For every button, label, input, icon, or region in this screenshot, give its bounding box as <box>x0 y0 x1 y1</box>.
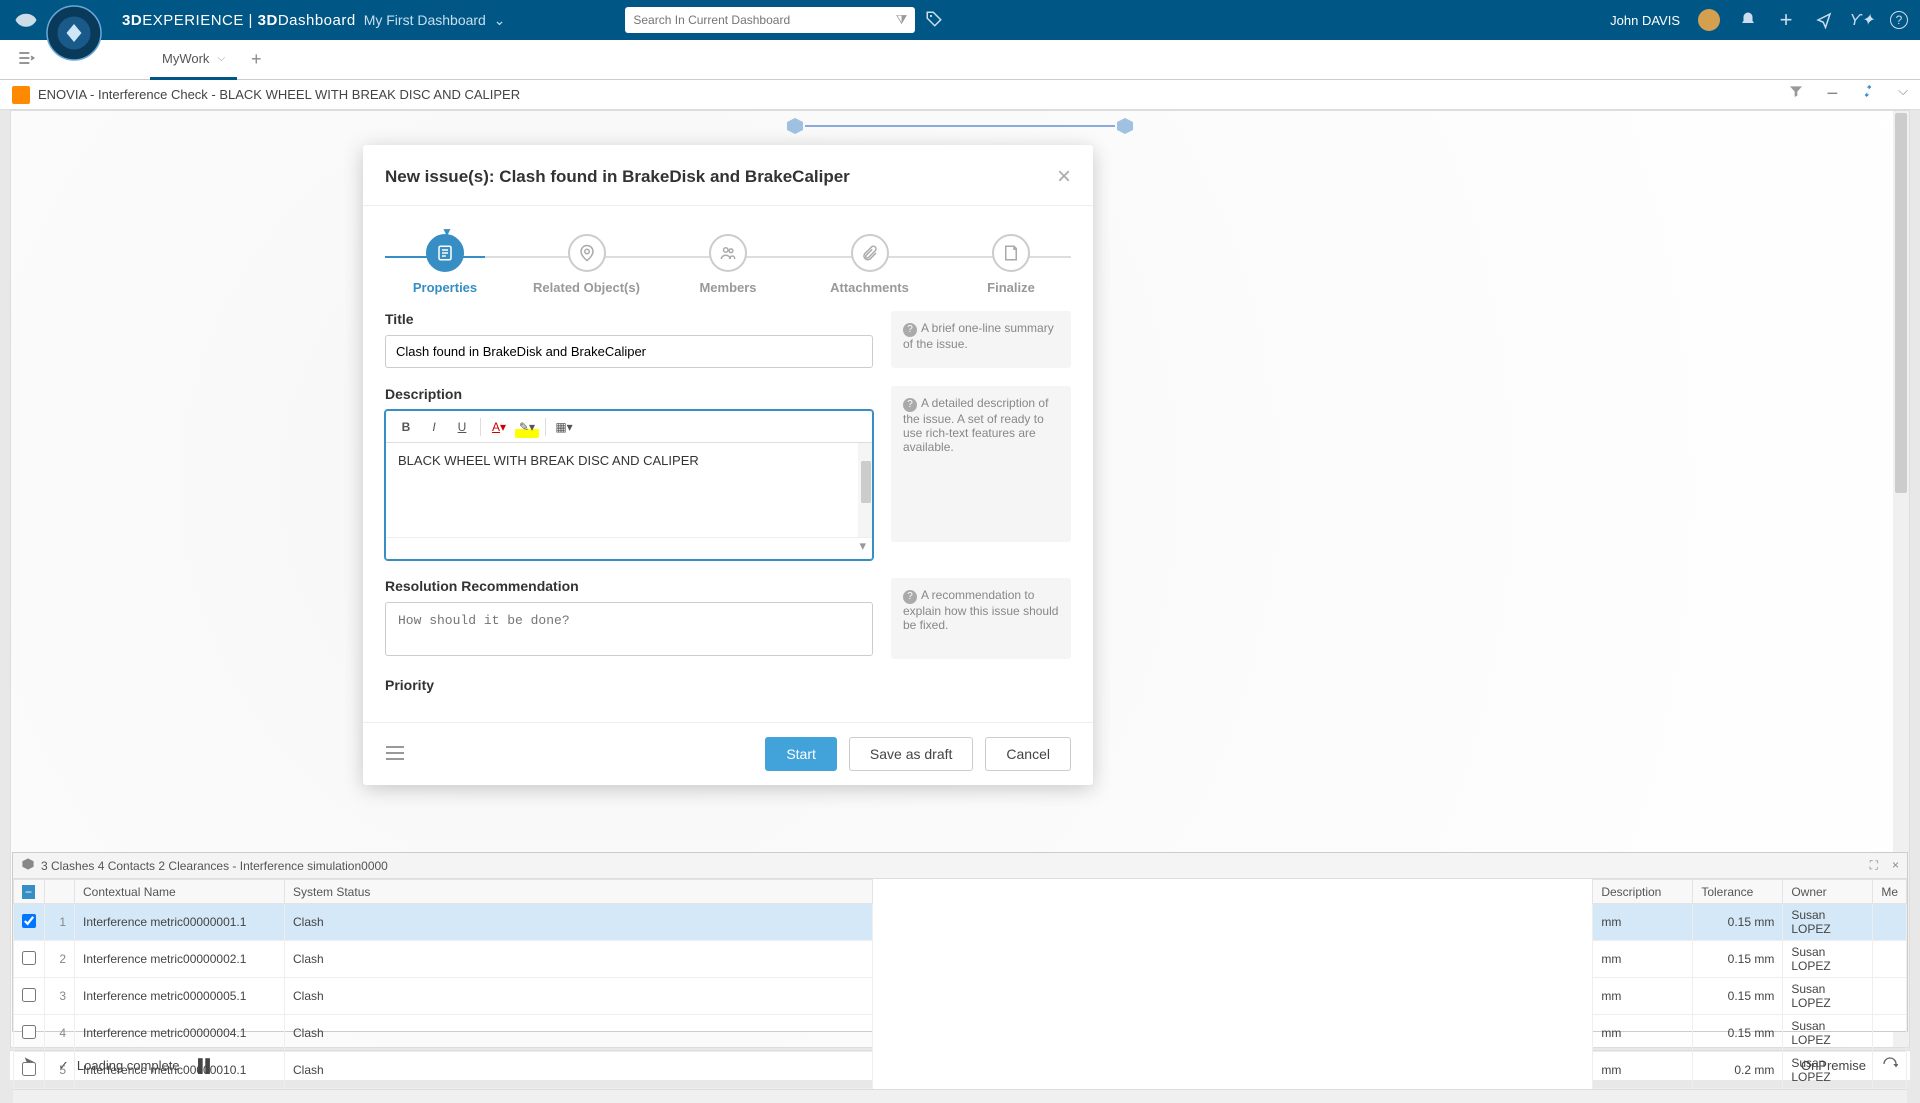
panel-title: 3 Clashes 4 Contacts 2 Clearances - Inte… <box>41 859 388 873</box>
results-table: − Contextual Name System Status Descript… <box>13 879 1907 1089</box>
widget-header: ENOVIA - Interference Check - BLACK WHEE… <box>0 80 1920 110</box>
dashboard-name[interactable]: My First Dashboard ⌄ <box>364 12 506 29</box>
filter-icon[interactable]: ⧩ <box>896 12 908 28</box>
home-icon[interactable]: Ƴ✦ <box>1852 10 1872 30</box>
help-icon: ? <box>903 323 917 337</box>
start-button[interactable]: Start <box>765 737 837 771</box>
italic-button[interactable]: I <box>422 416 446 438</box>
new-issue-dialog: New issue(s): Clash found in BrakeDisk a… <box>363 145 1093 785</box>
widget-title: ENOVIA - Interference Check - BLACK WHEE… <box>38 87 520 102</box>
tab-mywork[interactable]: MyWork ⌵ <box>150 40 237 80</box>
notification-icon[interactable] <box>1738 10 1758 30</box>
description-label: Description <box>385 386 873 402</box>
tab-strip: MyWork ⌵ + <box>0 40 1920 80</box>
table-row[interactable]: 3Interference metric00000005.1Clashmm0.1… <box>14 978 1907 1015</box>
brand-title: 3DEXPERIENCE | 3DDashboard <box>122 12 356 29</box>
dialog-title: New issue(s): Clash found in BrakeDisk a… <box>385 167 850 187</box>
row-checkbox[interactable] <box>22 988 36 1002</box>
help-icon[interactable]: ? <box>1890 11 1908 29</box>
description-editor[interactable]: B I U A▾ ✎▾ ▦▾ BLACK WHEEL WITH BREAK DI… <box>385 410 873 560</box>
resolution-label: Resolution Recommendation <box>385 578 873 594</box>
row-checkbox[interactable] <box>22 1062 36 1076</box>
tab-label: MyWork <box>162 51 209 66</box>
resolution-input[interactable] <box>385 602 873 656</box>
bold-button[interactable]: B <box>394 416 418 438</box>
minimize-icon[interactable]: − <box>1826 83 1838 106</box>
tag-icon[interactable] <box>925 10 943 31</box>
table-row[interactable]: 2Interference metric00000002.1Clashmm0.1… <box>14 941 1907 978</box>
cube-icon <box>21 857 35 874</box>
scrollbar[interactable] <box>858 443 872 537</box>
text-color-button[interactable]: A▾ <box>487 416 511 438</box>
table-header: − Contextual Name System Status Descript… <box>14 880 1907 904</box>
help-icon: ? <box>903 590 917 604</box>
cube-icon <box>785 116 805 136</box>
table-row[interactable]: 4Interference metric00000004.1Clashmm0.1… <box>14 1015 1907 1052</box>
dropdown-icon[interactable]: ▾ <box>859 538 866 559</box>
menu-toggle-icon[interactable] <box>16 48 40 72</box>
step-finalize[interactable]: Finalize <box>951 224 1071 295</box>
avatar[interactable] <box>1698 9 1720 31</box>
step-members[interactable]: Members <box>668 224 788 295</box>
enovia-icon <box>12 86 30 104</box>
compass-icon[interactable] <box>44 3 104 63</box>
row-checkbox[interactable] <box>22 951 36 965</box>
add-tab-button[interactable]: + <box>251 49 262 70</box>
collapse-icon[interactable] <box>1860 83 1876 106</box>
description-hint: ?A detailed description of the issue. A … <box>891 386 1071 542</box>
table-row[interactable]: 1Interference metric00000001.1Clashmm0.1… <box>14 904 1907 941</box>
close-icon[interactable]: × <box>1892 858 1899 873</box>
ds-logo-icon <box>12 6 40 34</box>
search-box[interactable]: ⧩ <box>625 7 915 33</box>
cube-icon <box>1115 116 1135 136</box>
filter-icon[interactable] <box>1788 83 1804 106</box>
save-draft-button[interactable]: Save as draft <box>849 737 974 771</box>
table-button[interactable]: ▦▾ <box>552 416 576 438</box>
menu-icon[interactable] <box>385 745 407 764</box>
description-textarea[interactable]: BLACK WHEEL WITH BREAK DISC AND CALIPER <box>386 443 872 537</box>
wizard-stepper: Properties Related Object(s) Members Att… <box>363 206 1093 295</box>
table-row[interactable]: 5Interference metric00000010.1Clashmm0.2… <box>14 1052 1907 1089</box>
row-checkbox[interactable] <box>22 1025 36 1039</box>
close-icon[interactable]: × <box>1057 163 1071 191</box>
highlight-button[interactable]: ✎▾ <box>515 416 539 438</box>
share-icon[interactable] <box>1814 10 1834 30</box>
results-panel: 3 Clashes 4 Contacts 2 Clearances - Inte… <box>12 852 1908 1032</box>
underline-button[interactable]: U <box>450 416 474 438</box>
scale-ruler[interactable] <box>785 119 1135 133</box>
help-icon: ? <box>903 398 917 412</box>
chevron-down-icon[interactable]: ⌵ <box>1898 83 1908 106</box>
row-checkbox[interactable] <box>22 914 36 928</box>
title-hint: ?A brief one-line summary of the issue. <box>891 311 1071 368</box>
priority-label: Priority <box>385 677 1071 693</box>
title-label: Title <box>385 311 873 327</box>
step-related-objects[interactable]: Related Object(s) <box>527 224 647 295</box>
cancel-button[interactable]: Cancel <box>985 737 1071 771</box>
search-input[interactable] <box>633 13 895 27</box>
collapse-icon[interactable]: − <box>22 885 35 899</box>
resolution-hint: ?A recommendation to explain how this is… <box>891 578 1071 659</box>
scrollbar[interactable] <box>13 1089 1907 1103</box>
add-icon[interactable]: + <box>1776 10 1796 30</box>
user-name[interactable]: John DAVIS <box>1610 13 1680 28</box>
chevron-down-icon[interactable]: ⌵ <box>217 53 225 64</box>
rte-toolbar: B I U A▾ ✎▾ ▦▾ <box>386 411 872 443</box>
top-bar: 3DEXPERIENCE | 3DDashboard My First Dash… <box>0 0 1920 40</box>
title-input[interactable] <box>385 335 873 368</box>
step-attachments[interactable]: Attachments <box>810 224 930 295</box>
step-properties[interactable]: Properties <box>385 224 505 295</box>
expand-icon[interactable]: ⛶ <box>1870 858 1878 873</box>
